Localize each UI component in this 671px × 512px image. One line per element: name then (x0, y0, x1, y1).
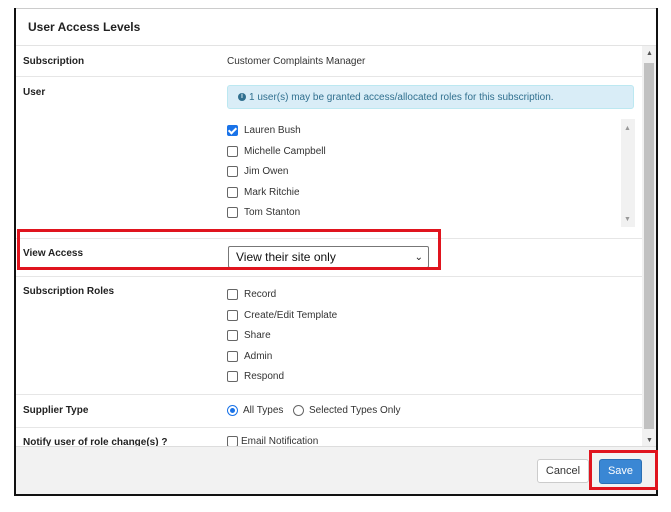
role-label: Create/Edit Template (244, 309, 338, 321)
dialog-title: User Access Levels (28, 20, 141, 34)
scrollbar-thumb[interactable] (644, 63, 654, 429)
role-option[interactable]: Record (227, 287, 276, 301)
user-checkbox[interactable] (227, 186, 238, 198)
role-option[interactable]: Share (227, 328, 271, 342)
user-checkbox[interactable] (227, 165, 238, 177)
all-types-radio[interactable] (227, 404, 238, 416)
scroll-up-icon[interactable]: ▲ (646, 50, 653, 57)
roles-row: Subscription Roles Record Create/Edit Te… (16, 277, 642, 395)
role-option[interactable]: Admin (227, 349, 272, 363)
all-types-label: All Types (243, 404, 284, 416)
dialog-body: Subscription Customer Complaints Manager… (16, 46, 642, 446)
info-alert: i1 user(s) may be granted access/allocat… (227, 85, 634, 109)
view-access-row: View Access View their site only ⌄ (16, 239, 642, 277)
roles-label: Subscription Roles (23, 286, 115, 297)
dialog-footer: Cancel Save (16, 446, 656, 494)
chevron-down-icon: ⌄ (414, 252, 423, 263)
email-notification-label: Email Notification (241, 435, 319, 447)
user-list-scrollbar[interactable]: ▲ ▼ (621, 119, 635, 227)
supplier-selected-types-option[interactable]: Selected Types Only (293, 403, 401, 417)
user-checkbox[interactable] (227, 206, 238, 218)
supplier-type-label: Supplier Type (23, 405, 89, 416)
subscription-label: Subscription (23, 56, 85, 67)
supplier-type-row: Supplier Type All Types Selected Types O… (16, 395, 642, 428)
view-access-selected: View their site only (236, 250, 336, 264)
user-name: Mark Ritchie (244, 186, 300, 198)
user-name: Jim Owen (244, 165, 289, 177)
role-checkbox[interactable] (227, 309, 238, 321)
user-option[interactable]: Mark Ritchie (227, 185, 300, 199)
role-label: Share (244, 329, 271, 341)
user-list[interactable]: Lauren Bush Michelle Campbell Jim Owen M… (227, 119, 635, 227)
notify-row: Notify user of role change(s) ? Email No… (16, 428, 642, 446)
view-access-label: View Access (23, 248, 84, 259)
role-option[interactable]: Respond (227, 369, 284, 383)
selected-types-label: Selected Types Only (309, 404, 401, 416)
user-checkbox[interactable] (227, 124, 238, 136)
role-checkbox[interactable] (227, 370, 238, 382)
roles-list: Record Create/Edit Template Share Admin … (227, 277, 527, 394)
scroll-down-icon[interactable]: ▼ (646, 437, 653, 444)
user-access-dialog: User Access Levels Subscription Customer… (16, 9, 656, 494)
user-label: User (23, 87, 46, 98)
user-row: User i1 user(s) may be granted access/al… (16, 77, 642, 239)
user-option[interactable]: Jim Owen (227, 164, 288, 178)
role-label: Record (244, 288, 277, 300)
role-label: Respond (244, 370, 285, 382)
scroll-up-icon[interactable]: ▲ (624, 125, 631, 132)
supplier-all-types-option[interactable]: All Types (227, 403, 283, 417)
user-option[interactable]: Lauren Bush (227, 123, 301, 137)
role-checkbox[interactable] (227, 288, 238, 300)
dialog-header: User Access Levels (16, 9, 656, 46)
frame-right-edge (656, 8, 658, 496)
user-name: Tom Stanton (244, 206, 301, 218)
email-notification-option[interactable]: Email Notification (227, 434, 318, 446)
user-name: Lauren Bush (244, 124, 301, 136)
info-icon: i (238, 93, 246, 102)
dialog-scrollbar[interactable]: ▲ ▼ (642, 46, 656, 446)
user-name: Michelle Campbell (244, 145, 326, 157)
info-message: 1 user(s) may be granted access/allocate… (249, 92, 554, 103)
user-checkbox[interactable] (227, 145, 238, 157)
role-option[interactable]: Create/Edit Template (227, 308, 337, 322)
save-button[interactable]: Save (599, 459, 642, 484)
role-label: Admin (244, 350, 273, 362)
subscription-row: Subscription Customer Complaints Manager (16, 46, 642, 77)
subscription-value: Customer Complaints Manager (227, 56, 366, 67)
email-notification-checkbox[interactable] (227, 435, 238, 446)
view-access-select[interactable]: View their site only ⌄ (228, 246, 429, 268)
notify-label: Notify user of role change(s) ? (23, 437, 168, 446)
cancel-button[interactable]: Cancel (537, 459, 589, 483)
scroll-down-icon[interactable]: ▼ (624, 216, 631, 223)
user-option[interactable]: Michelle Campbell (227, 144, 326, 158)
selected-types-radio[interactable] (293, 404, 304, 416)
role-checkbox[interactable] (227, 350, 238, 362)
role-checkbox[interactable] (227, 329, 238, 341)
user-option[interactable]: Tom Stanton (227, 205, 300, 219)
